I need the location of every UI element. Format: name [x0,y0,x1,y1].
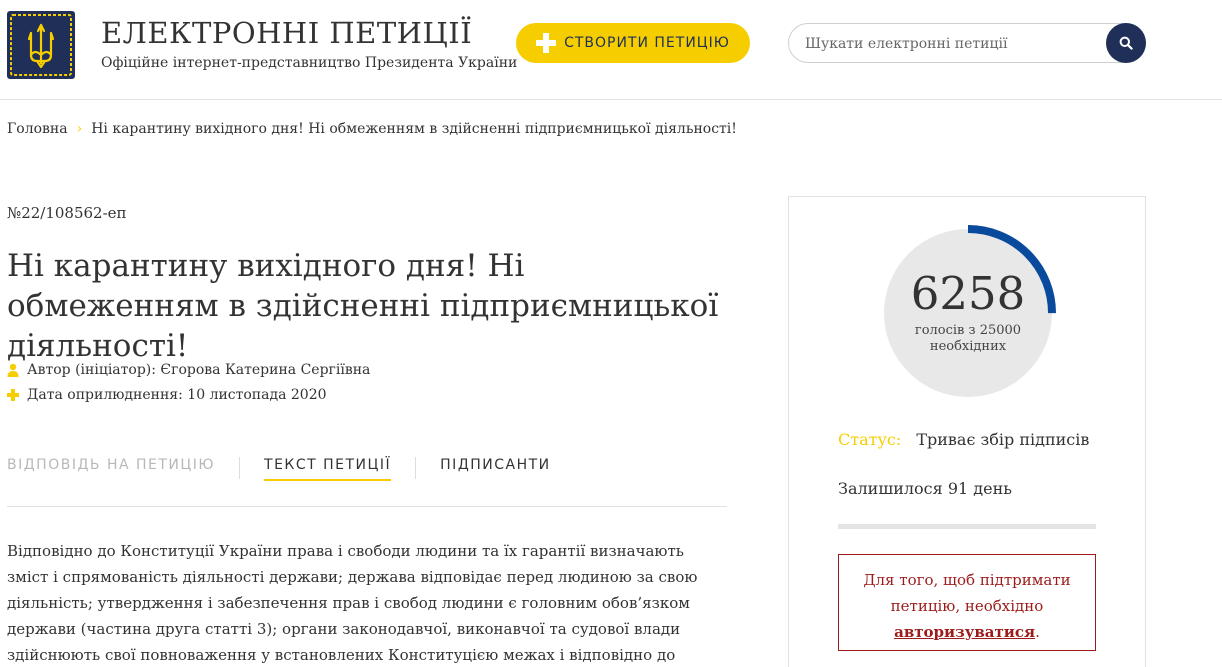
auth-link[interactable]: авторизуватися [894,623,1035,641]
petition-sidebar: 6258 голосів з 25000 необхідних Статус: … [788,196,1146,667]
create-petition-button[interactable]: СТВОРИТИ ПЕТИЦІЮ [516,23,750,63]
tab-divider [415,457,417,479]
page-title: Ні карантину вихідного дня! Ні обмеження… [7,248,719,364]
site-header: ЕЛЕКТРОННІ ПЕТИЦІЇ Офіційне інтернет-пре… [0,0,1222,100]
status-label: Статус: [838,430,902,449]
author-text: Автор (ініціатор): Єгорова Катерина Серг… [27,362,371,378]
create-petition-label: СТВОРИТИ ПЕТИЦІЮ [564,35,730,51]
petition-number: №22/108562-еп [7,204,127,222]
auth-text-end: . [1035,623,1040,641]
petition-text: Відповідно до Конституції України права … [7,542,698,664]
breadcrumb-home-link[interactable]: Головна [7,121,68,137]
status-value: Триває збір підписів [916,430,1090,449]
site-subtitle: Офіційне інтернет-представництво Президе… [101,55,518,71]
auth-notice: Для того, щоб підтримати петицію, необхі… [838,554,1096,651]
vote-progress: 6258 голосів з 25000 необхідних [880,225,1056,401]
site-title[interactable]: ЕЛЕКТРОННІ ПЕТИЦІЇ [101,16,472,50]
days-remaining: Залишилося 91 день [838,479,1012,498]
trident-icon[interactable] [7,11,75,79]
time-progress-bar [838,524,1096,529]
plus-icon [536,33,557,53]
status-badge: Статус: Триває збір підписів [838,430,1089,449]
tab-petition-text[interactable]: ТЕКСТ ПЕТИЦІЇ [264,457,392,481]
search-button[interactable] [1106,23,1146,63]
auth-text: Для того, щоб підтримати петицію, необхі… [863,571,1071,615]
tab-signers[interactable]: ПІДПИСАНТИ [440,457,551,479]
petition-date: Дата оприлюднення: 10 листопада 2020 [7,387,327,403]
person-icon [7,363,19,377]
petition-tabs: ВІДПОВІДЬ НА ПЕТИЦІЮ ТЕКСТ ПЕТИЦІЇ ПІДПИ… [7,457,727,507]
breadcrumb-current: Ні карантину вихідного дня! Ні обмеження… [91,121,737,137]
search-input[interactable] [805,33,1105,55]
date-text: Дата оприлюднення: 10 листопада 2020 [27,387,327,403]
plus-icon [7,389,19,401]
petition-author: Автор (ініціатор): Єгорова Катерина Серг… [7,362,370,378]
vote-count: 6258 [910,267,1026,320]
tab-answer[interactable]: ВІДПОВІДЬ НА ПЕТИЦІЮ [7,457,215,479]
search-box [788,23,1146,63]
breadcrumb-chevron-icon: › [76,121,83,137]
tab-divider [239,457,241,479]
vote-count-label: голосів з 25000 необхідних [914,323,1022,354]
breadcrumb: Головна › Ні карантину вихідного дня! Ні… [7,121,737,137]
search-icon [1119,36,1133,50]
